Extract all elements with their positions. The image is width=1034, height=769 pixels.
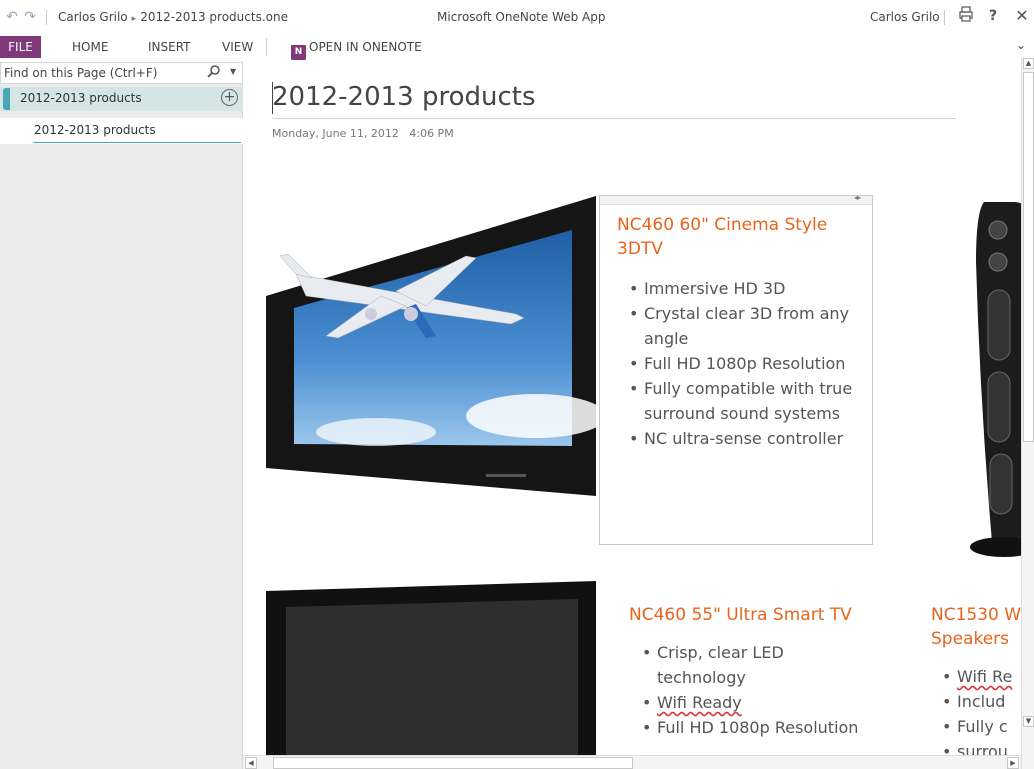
breadcrumb-owner[interactable]: Carlos Grilo	[58, 10, 128, 24]
page-date: Monday, June 11, 2012	[272, 127, 399, 140]
search-dropdown-icon[interactable]: ▼	[230, 67, 236, 76]
breadcrumb-file: 2012-2013 products.one	[140, 10, 288, 24]
list-item[interactable]: Full HD 1080p Resolution	[630, 715, 870, 740]
tv-3d-image[interactable]	[266, 196, 596, 496]
ribbon-separator	[266, 38, 267, 56]
scroll-left-icon[interactable]: ◀	[245, 757, 257, 769]
tab-view[interactable]: VIEW	[222, 36, 253, 58]
list-item[interactable]: NC ultra-sense controller	[617, 426, 872, 451]
section-color-tab	[3, 88, 10, 110]
printer-icon[interactable]	[956, 6, 976, 26]
list-item[interactable]: Wifi Ready	[630, 690, 870, 715]
user-separator	[944, 10, 945, 25]
list-item[interactable]: Immersive HD 3D	[617, 276, 872, 301]
redo-icon[interactable]: ↷	[22, 9, 38, 25]
section-item[interactable]: 2012-2013 products +	[0, 87, 243, 111]
open-in-onenote-button[interactable]: N OPEN IN ONENOTE	[291, 36, 422, 60]
vertical-scroll-thumb[interactable]	[1023, 72, 1034, 442]
bullet-list[interactable]: Wifi Re Includ Fully c surrou	[930, 664, 1021, 764]
list-item[interactable]: Wifi Re	[930, 664, 1021, 689]
page-label: 2012-2013 products	[34, 123, 156, 137]
chevron-down-icon[interactable]: ⌄	[1016, 38, 1026, 52]
container-handle[interactable]: ◂▸	[600, 193, 872, 205]
tab-file[interactable]: FILE	[0, 36, 41, 58]
list-item[interactable]: Fully c	[930, 714, 1021, 739]
page-canvas[interactable]: 2012-2013 products Monday, June 11, 2012…	[244, 62, 1021, 769]
horizontal-scrollbar[interactable]: ◀ ▶	[243, 755, 1021, 769]
page-title[interactable]: 2012-2013 products	[272, 82, 536, 112]
list-item[interactable]: Fully compatible with true surround soun…	[617, 376, 872, 426]
onenote-icon: N	[291, 45, 306, 60]
close-icon[interactable]: ✕	[1012, 6, 1032, 26]
user-name[interactable]: Carlos Grilo	[870, 10, 940, 24]
speaker-image[interactable]	[954, 202, 1021, 562]
open-in-onenote-label: OPEN IN ONENOTE	[309, 40, 422, 54]
navigation-pane: Find on this Page (Ctrl+F) ▼ 2012-2013 p…	[0, 62, 243, 769]
bullet-list[interactable]: Immersive HD 3D Crystal clear 3D from an…	[617, 276, 872, 451]
ribbon-tabs: FILE HOME INSERT VIEW N OPEN IN ONENOTE ⌄	[0, 36, 1034, 60]
search-icon[interactable]	[207, 64, 221, 82]
app-title: Microsoft OneNote Web App	[437, 10, 606, 24]
vertical-scrollbar[interactable]: ▲ ▼	[1021, 58, 1034, 769]
page-timestamp: Monday, June 11, 2012 4:06 PM	[272, 127, 454, 140]
title-underline	[272, 118, 956, 119]
tab-insert[interactable]: INSERT	[148, 36, 191, 58]
product-title[interactable]: NC1530 W Speakers	[931, 603, 1021, 651]
list-item[interactable]: Crystal clear 3D from any angle	[617, 301, 872, 351]
find-on-page-box[interactable]: Find on this Page (Ctrl+F) ▼	[0, 62, 243, 84]
breadcrumb-arrow-icon: ▸	[131, 14, 137, 24]
scroll-down-icon[interactable]: ▼	[1023, 716, 1034, 727]
title-separator	[46, 10, 47, 25]
page-selected-underline	[33, 142, 241, 143]
page-time: 4:06 PM	[409, 127, 454, 140]
breadcrumb: Carlos Grilo ▸ 2012-2013 products.one	[58, 10, 288, 24]
tab-home[interactable]: HOME	[72, 36, 108, 58]
product-title[interactable]: NC460 60" Cinema Style 3DTV	[617, 213, 867, 261]
list-item[interactable]: Includ	[930, 689, 1021, 714]
undo-icon[interactable]: ↶	[4, 9, 20, 25]
product-title[interactable]: NC460 55" Ultra Smart TV	[629, 603, 852, 627]
note-container[interactable]: ◂▸ NC460 60" Cinema Style 3DTV Immersive…	[599, 193, 873, 545]
smart-tv-image[interactable]	[266, 581, 596, 769]
spelling-flag[interactable]: Wifi Re	[957, 667, 1012, 686]
list-item[interactable]: Full HD 1080p Resolution	[617, 351, 872, 376]
bullet-list[interactable]: Crisp, clear LED technology Wifi Ready F…	[630, 640, 870, 740]
add-circle-icon[interactable]: +	[221, 89, 238, 106]
section-label: 2012-2013 products	[20, 91, 142, 105]
horizontal-scroll-thumb[interactable]	[273, 757, 633, 769]
search-input[interactable]: Find on this Page (Ctrl+F)	[4, 66, 157, 80]
page-list-item[interactable]: 2012-2013 products	[0, 118, 243, 144]
title-bar: ↶ ↷ Carlos Grilo ▸ 2012-2013 products.one …	[0, 0, 1034, 36]
spelling-flag[interactable]: Wifi Ready	[657, 693, 742, 712]
list-item[interactable]: Crisp, clear LED technology	[630, 640, 870, 690]
resize-arrows-icon[interactable]: ◂▸	[854, 193, 861, 202]
scroll-up-icon[interactable]: ▲	[1023, 58, 1034, 69]
help-icon[interactable]: ?	[983, 6, 1003, 26]
scroll-right-icon[interactable]: ▶	[1007, 757, 1019, 769]
